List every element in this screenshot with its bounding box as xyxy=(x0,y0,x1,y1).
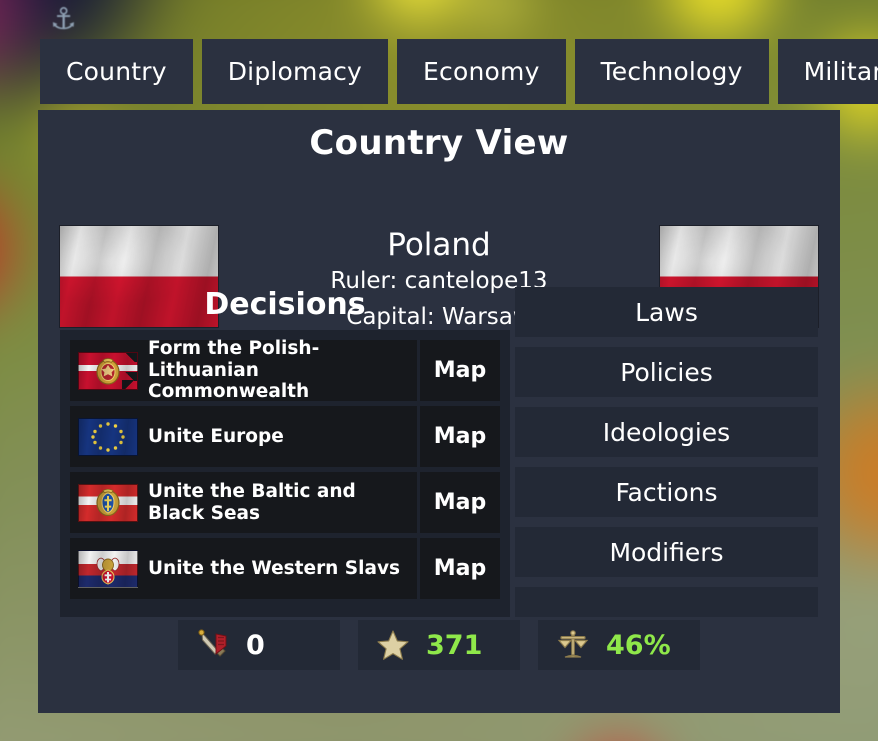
country-menu-list[interactable]: Laws Policies Ideologies Factions Modifi… xyxy=(515,287,818,617)
stat-prestige[interactable]: 371 xyxy=(358,620,520,670)
decision-label: Unite the Western Slavs xyxy=(148,557,401,579)
game-screen: ⚓ Country Diplomacy Economy Technology M… xyxy=(0,0,878,741)
menu-item-laws[interactable]: Laws xyxy=(515,287,818,337)
european-union-flag xyxy=(78,417,138,456)
decision-item-western-slavs[interactable]: Unite the Western Slavs xyxy=(70,538,417,599)
stat-value: 371 xyxy=(426,629,483,661)
country-view-panel: Country View Poland Ruler: cantelope13 C… xyxy=(38,110,840,713)
commonwealth-crest-icon xyxy=(96,357,120,385)
polish-lithuanian-commonwealth-flag xyxy=(78,351,138,390)
tab-economy[interactable]: Economy xyxy=(397,39,566,104)
status-bar: 0 371 46% xyxy=(38,620,840,670)
decisions-list[interactable]: Form the Polish-Lithuanian Commonwealth … xyxy=(60,330,510,617)
decision-map-button[interactable]: Map xyxy=(420,406,500,467)
star-icon xyxy=(377,630,409,660)
decision-label: Form the Polish-Lithuanian Commonwealth xyxy=(148,337,320,403)
eu-stars-icon xyxy=(91,421,125,452)
decision-item-baltic-black-seas[interactable]: Unite the Baltic and Black Seas xyxy=(70,472,417,533)
decision-item-commonwealth[interactable]: Form the Polish-Lithuanian Commonwealth xyxy=(70,337,417,403)
decision-label: Unite Europe xyxy=(148,425,284,447)
main-tab-bar: Country Diplomacy Economy Technology Mil… xyxy=(40,39,878,104)
decisions-heading: Decisions xyxy=(204,287,366,322)
sword-and-banner-icon xyxy=(198,629,227,657)
decision-label: Unite the Baltic and Black Seas xyxy=(148,480,356,524)
decision-row: Unite the Baltic and Black Seas Map xyxy=(70,472,500,533)
decision-item-unite-europe[interactable]: Unite Europe xyxy=(70,406,417,467)
decision-map-button[interactable]: Map xyxy=(420,340,500,401)
menu-item-policies[interactable]: Policies xyxy=(515,347,818,397)
menu-item-ideologies[interactable]: Ideologies xyxy=(515,407,818,457)
decision-map-button[interactable]: Map xyxy=(420,538,500,599)
baltic-crest-icon xyxy=(96,488,120,516)
decision-map-button[interactable]: Map xyxy=(420,472,500,533)
tab-technology[interactable]: Technology xyxy=(574,39,769,104)
stat-value: 46% xyxy=(606,629,671,661)
menu-item-modifiers[interactable]: Modifiers xyxy=(515,527,818,577)
menu-item-factions[interactable]: Factions xyxy=(515,467,818,517)
stat-manpower[interactable]: 0 xyxy=(178,620,340,670)
tab-country[interactable]: Country xyxy=(40,39,193,104)
decision-row: Unite the Western Slavs Map xyxy=(70,538,500,599)
menu-item-clipped[interactable] xyxy=(515,587,818,617)
decision-row: Unite Europe Map xyxy=(70,406,500,467)
country-header: Poland Ruler: cantelope13 Capital: Warsa… xyxy=(38,165,840,330)
baltic-black-sea-union-flag xyxy=(78,483,138,522)
panel-title: Country View xyxy=(309,123,569,163)
tab-diplomacy[interactable]: Diplomacy xyxy=(201,39,389,104)
tab-military[interactable]: Military xyxy=(777,39,878,104)
western-slavs-crest-icon xyxy=(96,557,120,585)
stat-value: 0 xyxy=(246,629,265,661)
panel-body: Decisions Form the Polish-Lithuanian Com… xyxy=(38,287,840,617)
western-slavs-flag xyxy=(78,549,138,588)
stat-stability[interactable]: 46% xyxy=(538,620,700,670)
anchor-icon: ⚓ xyxy=(50,2,77,37)
scales-icon xyxy=(557,630,589,658)
decision-row: Form the Polish-Lithuanian Commonwealth … xyxy=(70,337,500,403)
